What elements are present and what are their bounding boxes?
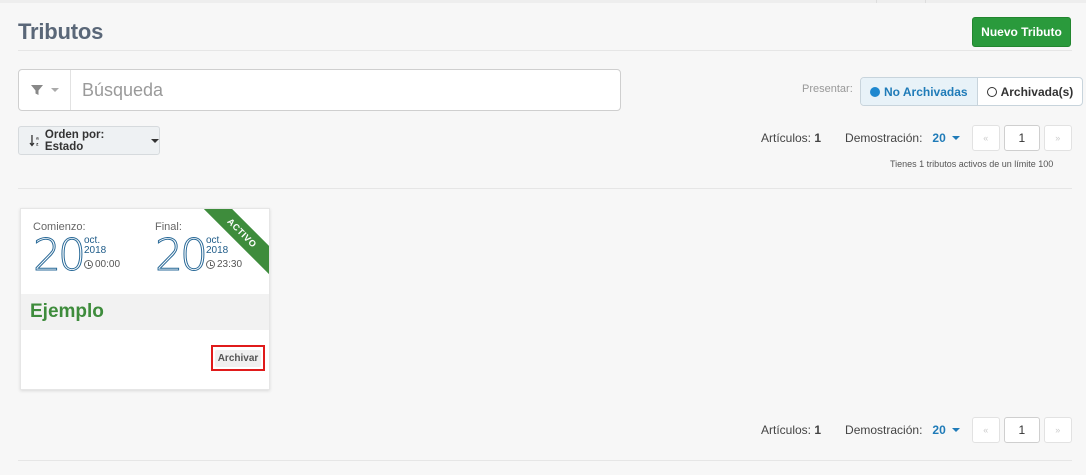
limit-text: Tienes 1 tributos activos de un límite 1…: [890, 159, 1054, 169]
radio-empty-icon: [986, 86, 997, 97]
archive-button-label: Archivar: [214, 349, 262, 367]
chevron-down-icon: [151, 138, 159, 143]
clock-icon: [206, 260, 215, 269]
end-time: 23:30: [206, 259, 242, 270]
radio-selected-icon: [870, 86, 880, 97]
next-page-button[interactable]: »: [1043, 417, 1072, 443]
option-no-archivadas[interactable]: No Archivadas: [861, 78, 978, 105]
chevron-down-icon: [951, 428, 960, 432]
search-input[interactable]: Búsqueda: [82, 80, 163, 101]
svg-text:z: z: [36, 142, 39, 147]
tribute-name[interactable]: Ejemplo: [21, 294, 269, 330]
articles-count: Artículos: 1: [761, 131, 822, 145]
prev-page-button[interactable]: «: [971, 125, 1000, 151]
divider: [18, 188, 1072, 189]
chevron-down-icon: [951, 136, 960, 140]
option-archivadas[interactable]: Archivada(s): [978, 78, 1083, 105]
pagination-top: Artículos: 1 Demostración: 20 « 1 »: [761, 125, 1072, 151]
start-year: 2018: [84, 245, 107, 256]
new-tribute-button[interactable]: Nuevo Tributo: [972, 17, 1071, 47]
pagination-bottom: Artículos: 1 Demostración: 20 « 1 »: [761, 417, 1072, 443]
clock-icon: [84, 260, 93, 269]
articles-count: Artículos: 1: [761, 423, 822, 437]
per-page-dropdown[interactable]: 20: [932, 423, 960, 437]
page-title: Tributos: [18, 19, 104, 44]
filter-dropdown[interactable]: [19, 70, 71, 110]
start-day: 20: [33, 230, 87, 282]
divider: [18, 460, 1072, 461]
end-day: 20: [155, 230, 209, 282]
sort-button[interactable]: az Orden por: Estado: [18, 126, 160, 155]
prev-page-button[interactable]: «: [971, 417, 1000, 443]
page-input[interactable]: 1: [1003, 417, 1040, 443]
end-date: Final: 20 oct. 2018 23:30: [155, 221, 243, 282]
page-input[interactable]: 1: [1003, 125, 1040, 151]
tribute-card[interactable]: ACTIVO Comienzo: 20 oct. 2018 00:00 Fina…: [20, 208, 270, 390]
archive-filter-toggle: No Archivadas Archivada(s): [860, 77, 1084, 106]
sort-label: Orden por: Estado: [44, 128, 105, 153]
start-time: 00:00: [84, 259, 120, 270]
per-page-dropdown[interactable]: 20: [932, 131, 960, 145]
archive-button[interactable]: Archivar: [211, 345, 265, 371]
sort-icon: az: [29, 135, 39, 147]
divider: [18, 50, 1072, 51]
search-box[interactable]: Búsqueda: [18, 69, 621, 111]
presentar-label: Presentar:: [802, 83, 853, 95]
top-border: [0, 0, 1086, 3]
chevron-down-icon: [51, 88, 59, 92]
start-date: Comienzo: 20 oct. 2018 00:00: [33, 221, 121, 282]
filter-icon: [31, 85, 43, 95]
svg-text:a: a: [36, 137, 39, 142]
demo-label: Demostración:: [845, 131, 923, 145]
option-label: No Archivadas: [884, 84, 968, 99]
option-label: Archivada(s): [1000, 84, 1074, 99]
end-year: 2018: [206, 245, 229, 256]
next-page-button[interactable]: »: [1043, 125, 1072, 151]
demo-label: Demostración:: [845, 423, 923, 437]
